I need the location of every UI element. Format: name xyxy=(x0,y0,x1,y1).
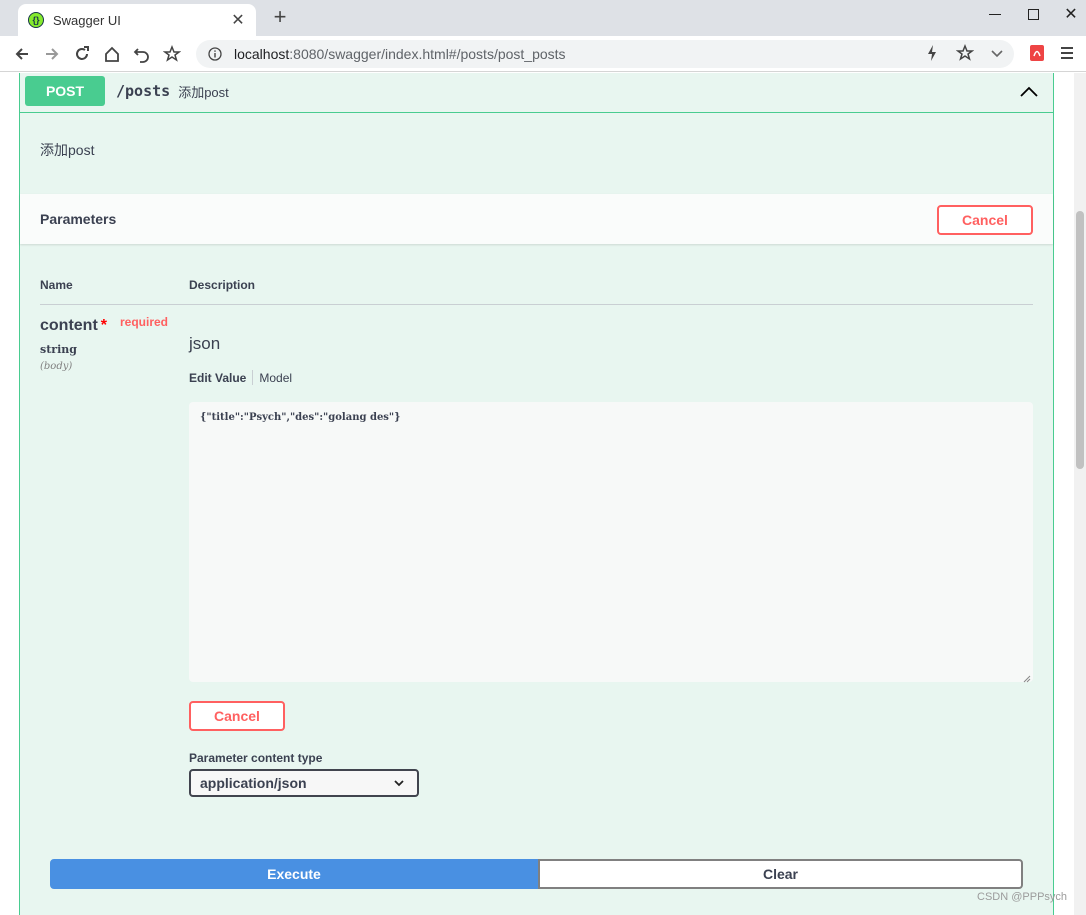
new-tab-icon[interactable]: + xyxy=(268,6,292,30)
tab-separator xyxy=(252,370,254,385)
required-label: required xyxy=(120,315,169,329)
parameter-description: json xyxy=(189,334,221,353)
pdf-extension-icon[interactable] xyxy=(1028,42,1046,69)
body-param-textarea[interactable]: {"title":"Psych","des":"golang des"} xyxy=(189,402,1033,682)
home-icon[interactable] xyxy=(100,42,124,66)
required-star: * xyxy=(100,317,108,334)
column-header-description: Description xyxy=(189,278,256,292)
browser-tab[interactable]: {} Swagger UI ✕ xyxy=(18,4,256,36)
watermark: CSDN @PPPsych xyxy=(977,891,1068,903)
url-host: localhost xyxy=(234,46,290,62)
bookmark-star-icon[interactable] xyxy=(160,42,184,66)
forward-icon[interactable] xyxy=(40,42,64,66)
execute-button[interactable]: Execute xyxy=(50,859,538,889)
back-icon[interactable] xyxy=(10,42,34,66)
tab-close-icon[interactable]: ✕ xyxy=(230,10,246,30)
opblock-summary[interactable]: POST /posts 添加post xyxy=(20,73,1053,113)
parameter-in: (body) xyxy=(40,361,73,372)
header-divider xyxy=(40,304,1033,305)
tab-model[interactable]: Model xyxy=(259,371,292,385)
cancel-try-out-button[interactable]: Cancel xyxy=(937,205,1033,235)
tab-edit-value[interactable]: Edit Value xyxy=(189,371,246,385)
menu-icon[interactable] xyxy=(1058,42,1076,69)
chevron-down-icon[interactable] xyxy=(988,42,1006,69)
minimize-icon[interactable] xyxy=(980,4,1010,28)
content-type-value: application/json xyxy=(200,775,307,791)
clear-button[interactable]: Clear xyxy=(538,859,1023,889)
parameters-header: Parameters Cancel xyxy=(20,194,1053,244)
resize-handle-icon[interactable] xyxy=(1022,670,1031,683)
swagger-page: POST /posts 添加post 添加post Parameters Can… xyxy=(0,73,1074,915)
scrollbar-thumb[interactable] xyxy=(1076,211,1084,469)
chevron-up-icon[interactable] xyxy=(1017,80,1041,104)
content-type-label: Parameter content type xyxy=(189,751,323,765)
undo-icon[interactable] xyxy=(130,42,154,66)
browser-toolbar: localhost:8080/swagger/index.html#/posts… xyxy=(0,36,1086,72)
chevron-down-icon xyxy=(394,780,404,787)
parameter-name: content * xyxy=(40,317,108,334)
column-header-name: Name xyxy=(40,278,73,292)
favorite-star-icon[interactable] xyxy=(955,42,975,69)
content-type-select[interactable]: application/json xyxy=(189,769,419,797)
maximize-icon[interactable] xyxy=(1018,4,1048,28)
swagger-favicon-icon: {} xyxy=(28,12,44,28)
body-tabs: Edit Value Model xyxy=(189,370,292,385)
parameters-title: Parameters xyxy=(40,211,117,227)
opblock-post: POST /posts 添加post 添加post Parameters Can… xyxy=(19,73,1054,915)
operation-description: 添加post xyxy=(40,142,95,158)
cancel-body-button[interactable]: Cancel xyxy=(189,701,285,731)
address-bar[interactable]: localhost:8080/swagger/index.html#/posts… xyxy=(196,40,1014,68)
operation-path: /posts xyxy=(116,82,171,100)
tab-title: Swagger UI xyxy=(53,12,121,28)
reload-icon[interactable] xyxy=(70,42,94,66)
info-icon[interactable] xyxy=(208,47,222,61)
method-badge: POST xyxy=(25,76,105,106)
window-close-icon[interactable]: ✕ xyxy=(1056,4,1086,28)
page-scrollbar[interactable] xyxy=(1074,73,1086,915)
browser-tabbar: {} Swagger UI ✕ + ✕ xyxy=(0,0,1086,36)
parameter-type: string xyxy=(40,343,77,356)
operation-summary: 添加post xyxy=(178,84,229,100)
url-path: :8080/swagger/index.html#/posts/post_pos… xyxy=(289,46,566,62)
lightning-icon[interactable] xyxy=(924,42,940,69)
